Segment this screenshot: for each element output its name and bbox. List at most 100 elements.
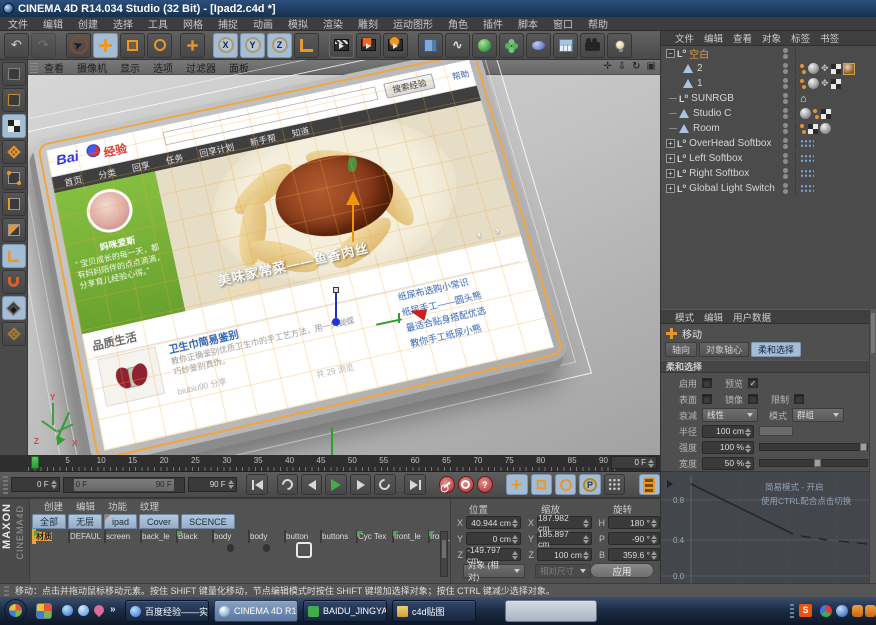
mode-dropdown[interactable]: 群组 xyxy=(792,408,844,422)
record-keyframe-button[interactable] xyxy=(439,476,455,493)
collapse-icon[interactable]: − xyxy=(666,49,675,58)
record-position-toggle[interactable] xyxy=(506,474,527,495)
object-manager-menu-item[interactable]: 文件 xyxy=(675,31,694,45)
viewport-canvas[interactable]: Bai 经验 搜索经验 帮助 首页分类回享任务回享计划新手帮知道 xyxy=(28,75,660,455)
object-row[interactable]: Lo SUNRGB ⌂ xyxy=(661,91,876,106)
help-link[interactable]: 帮助 xyxy=(451,68,471,83)
material-item[interactable]: buttons xyxy=(320,531,354,542)
visibility-dots[interactable] xyxy=(783,138,788,149)
toggle-view-icon[interactable]: ▣ xyxy=(647,61,656,72)
material-menu-item[interactable]: 功能 xyxy=(108,499,127,513)
object-manager-menu-item[interactable]: 编辑 xyxy=(704,31,723,45)
play-button[interactable] xyxy=(325,474,346,495)
xpresso-tag[interactable]: ✥ xyxy=(821,63,829,74)
material-item[interactable]: Cyc Tex xyxy=(356,531,390,542)
tab-object-axis[interactable]: 对象轴心 xyxy=(699,342,749,357)
rotation-h-field[interactable]: 180 ° xyxy=(608,516,660,529)
uvw-tag[interactable] xyxy=(831,79,841,89)
viewport-menu-item[interactable]: 摄像机 xyxy=(77,60,107,75)
quick-launch-icon[interactable] xyxy=(92,603,106,617)
menu-item[interactable]: 运动图形 xyxy=(393,16,433,31)
material-tab[interactable]: Cover xyxy=(139,514,179,529)
scale-z-field[interactable]: 100 cm xyxy=(537,548,592,561)
next-frame-button[interactable] xyxy=(350,474,371,495)
preview-checkbox[interactable]: ✓ xyxy=(748,378,758,388)
position-y-field[interactable]: 0 cm xyxy=(466,532,521,545)
object-manager-menu-item[interactable]: 对象 xyxy=(762,31,781,45)
x-axis-lock-button[interactable]: X xyxy=(213,33,238,58)
material-item[interactable]: Black xyxy=(176,531,210,542)
visibility-dots[interactable] xyxy=(783,168,788,179)
attribute-scrollbar[interactable] xyxy=(869,309,876,583)
object-row[interactable]: +Lo Right Softbox xyxy=(661,166,876,181)
material-item[interactable]: front_le xyxy=(392,531,426,542)
layer-tag[interactable] xyxy=(800,139,814,149)
material-item[interactable]: 材质 xyxy=(32,531,66,542)
object-row[interactable]: −Lo 空白 xyxy=(661,46,876,61)
phong-tag[interactable] xyxy=(808,63,819,74)
visibility-dots[interactable] xyxy=(783,123,788,134)
enable-axis-button[interactable] xyxy=(2,244,26,268)
render-region-button[interactable] xyxy=(356,33,381,58)
autokey-button[interactable] xyxy=(458,476,474,493)
object-relative-dropdown[interactable]: 对象 (相对) xyxy=(463,564,525,578)
scale-y-field[interactable]: 185.897 cm xyxy=(537,532,592,545)
expand-icon[interactable]: + xyxy=(666,139,675,148)
quick-launch-overflow[interactable]: » xyxy=(110,604,116,615)
polygons-mode-button[interactable] xyxy=(2,218,26,242)
render-settings-button[interactable] xyxy=(383,33,408,58)
keyframe-selection-button[interactable]: ? xyxy=(477,476,493,493)
add-primitive-button[interactable] xyxy=(418,33,443,58)
material-item[interactable]: screen xyxy=(104,531,138,542)
frame-range-slider[interactable]: 0 F 90 F xyxy=(63,477,185,493)
tray-blue-icon[interactable] xyxy=(836,605,848,617)
visibility-dots[interactable] xyxy=(783,93,788,104)
lock-workplane-button[interactable] xyxy=(2,296,26,320)
timeline-ruler[interactable]: 051015202530354045505560657075808590 0 F xyxy=(28,455,660,472)
menu-item[interactable]: 窗口 xyxy=(553,16,573,31)
menu-item[interactable]: 网格 xyxy=(183,16,203,31)
z-axis-lock-button[interactable]: Z xyxy=(267,33,292,58)
visibility-dots[interactable] xyxy=(783,63,788,74)
phong-tag[interactable] xyxy=(800,108,811,119)
viewport-menu-item[interactable]: 选项 xyxy=(153,60,173,75)
attribute-menu-item[interactable]: 编辑 xyxy=(704,310,723,324)
taskbar-item-blank[interactable] xyxy=(505,600,597,622)
viewport[interactable]: 查看摄像机显示选项过滤器面板 ✛ ⇩ ↻ ▣ 透视视图 Bai 经验 xyxy=(28,60,660,455)
menu-item[interactable]: 插件 xyxy=(483,16,503,31)
render-view-button[interactable] xyxy=(329,33,354,58)
menu-item[interactable]: 创建 xyxy=(78,16,98,31)
display-tag[interactable] xyxy=(813,109,819,119)
viewport-menu-item[interactable]: 显示 xyxy=(120,60,140,75)
scale-x-field[interactable]: 187.982 cm xyxy=(537,516,592,529)
current-frame-field[interactable]: 0 F xyxy=(11,477,60,492)
selection-tool-button[interactable]: ➤ xyxy=(66,33,91,58)
tray-orange-icon[interactable] xyxy=(865,605,876,617)
width-slider[interactable] xyxy=(759,459,868,467)
move-tool-button[interactable] xyxy=(93,33,118,58)
xpresso-tag[interactable]: ✥ xyxy=(821,78,829,89)
expand-icon[interactable]: + xyxy=(666,154,675,163)
object-row[interactable]: +Lo OverHead Softbox xyxy=(661,136,876,151)
layer-tag[interactable] xyxy=(800,169,814,179)
coordinate-system-button[interactable] xyxy=(294,33,319,58)
uvw-tag[interactable] xyxy=(821,109,831,119)
add-spline-button[interactable]: ∿ xyxy=(445,33,470,58)
rotate-view-icon[interactable]: ↻ xyxy=(632,61,640,72)
menu-item[interactable]: 脚本 xyxy=(518,16,538,31)
texture-mode-button[interactable] xyxy=(2,114,26,138)
add-camera-button[interactable] xyxy=(580,33,605,58)
radius-field[interactable]: 100 cm xyxy=(702,425,754,438)
ipad-model[interactable]: Bai 经验 搜索经验 帮助 首页分类回享任务回享计划新手帮知道 xyxy=(31,60,570,455)
rotate-tool-button[interactable] xyxy=(147,33,172,58)
model-mode-button[interactable] xyxy=(2,88,26,112)
record-rotation-toggle[interactable] xyxy=(555,474,576,495)
material-tab[interactable]: ipad xyxy=(104,514,137,529)
add-light-button[interactable] xyxy=(607,33,632,58)
expand-icon[interactable]: + xyxy=(666,169,675,178)
last-tool-button[interactable] xyxy=(180,33,205,58)
object-manager-menu-item[interactable]: 书签 xyxy=(820,31,839,45)
add-generator-button[interactable] xyxy=(472,33,497,58)
goto-end-button[interactable] xyxy=(404,474,425,495)
uvw-tag[interactable] xyxy=(831,64,841,74)
